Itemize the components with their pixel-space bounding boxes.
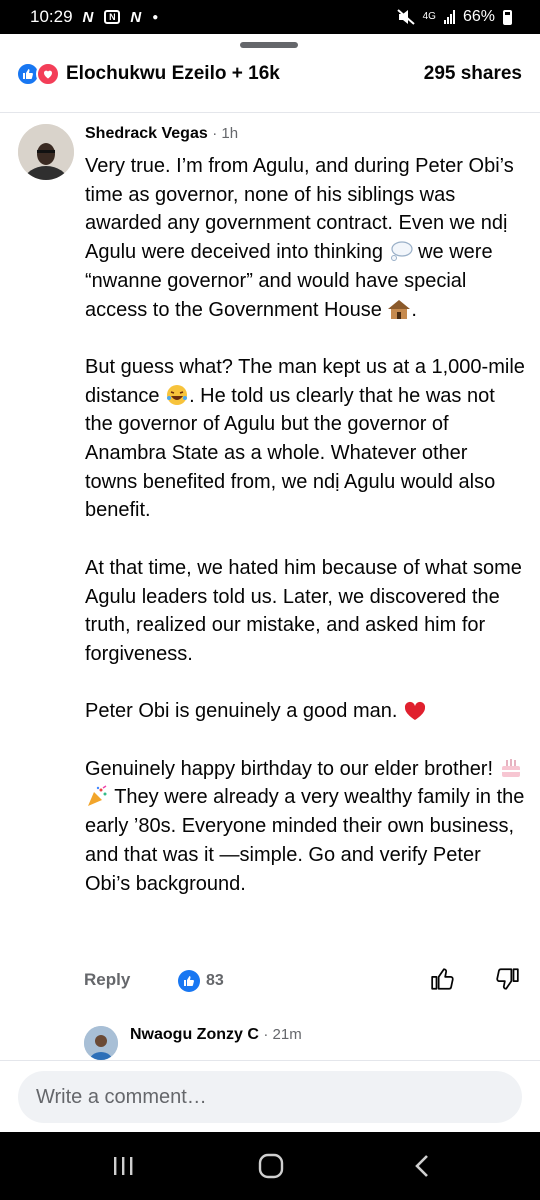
reply-avatar[interactable]	[84, 1026, 118, 1060]
comment-author[interactable]: Shedrack Vegas	[85, 125, 208, 142]
status-left: 10:29 N N N ●	[30, 7, 158, 27]
battery-icon	[503, 9, 512, 25]
status-time: 10:29	[30, 7, 73, 26]
avatar[interactable]	[18, 124, 74, 180]
battery-percent: 66%	[462, 8, 495, 25]
comment-text: Very true. I’m from Agulu, and during Pe…	[85, 152, 525, 898]
reply-button[interactable]: Reply	[84, 970, 130, 990]
mute-icon	[396, 9, 415, 25]
paragraph-2: But guess what? The man kept us at a 1,0…	[85, 353, 525, 525]
text-run: .	[411, 298, 417, 321]
hut-icon	[388, 299, 411, 319]
reply-preview[interactable]: Nwaogu Zonzy C · 21m	[84, 1024, 524, 1062]
more-notifications-dot-icon: ●	[152, 11, 159, 23]
reaction-icons	[16, 62, 60, 86]
paragraph-4: Peter Obi is genuinely a good man.	[85, 697, 525, 726]
notification-box-icon: N	[104, 10, 121, 24]
status-right: 4G 66%	[396, 8, 512, 26]
love-reaction-icon	[36, 62, 60, 86]
comment-header: Shedrack Vegas · 1h	[85, 122, 525, 146]
laughing-emoji-icon	[167, 384, 188, 405]
home-icon	[258, 1153, 284, 1179]
comment-time[interactable]: · 1h	[212, 125, 238, 142]
paragraph-3: At that time, we hated him because of wh…	[85, 556, 522, 665]
system-nav-bar	[0, 1132, 540, 1200]
text-run: Peter Obi is genuinely a good man.	[85, 700, 398, 723]
back-icon	[415, 1155, 428, 1177]
thumbs-down-icon[interactable]	[494, 966, 520, 992]
party-popper-icon	[88, 785, 107, 807]
drag-handle[interactable]	[240, 42, 298, 48]
home-button[interactable]	[256, 1152, 286, 1180]
reactions-left[interactable]: Elochukwu Ezeilo + 16k	[16, 62, 280, 86]
composer-bar	[0, 1060, 540, 1132]
text-run: Genuinely happy birthday to our elder br…	[85, 757, 494, 780]
reaction-names[interactable]: Elochukwu Ezeilo + 16k	[66, 63, 280, 85]
thought-bubble-icon	[390, 241, 413, 262]
like-reaction-icon	[178, 970, 200, 992]
reactions-summary[interactable]: Elochukwu Ezeilo + 16k 295 shares	[16, 62, 522, 86]
comment-actions: Reply 83	[84, 968, 524, 1000]
text-run: They were already a very wealthy family …	[85, 786, 525, 895]
recent-apps-icon	[114, 1157, 133, 1175]
comment-body: Shedrack Vegas · 1h Very true. I’m from …	[85, 122, 525, 898]
recent-apps-button[interactable]	[108, 1152, 138, 1180]
paragraph-1: Very true. I’m from Agulu, and during Pe…	[85, 152, 525, 324]
birthday-cake-icon	[501, 758, 520, 777]
notification-n-icon: N	[82, 8, 95, 26]
heart-icon	[404, 702, 426, 721]
shares-count[interactable]: 295 shares	[424, 63, 522, 85]
like-count-value: 83	[206, 972, 224, 989]
reply-author[interactable]: Nwaogu Zonzy C	[130, 1026, 259, 1043]
divider	[0, 112, 540, 113]
network-type: 4G	[422, 11, 436, 22]
signal-icon	[443, 10, 455, 24]
comments-sheet: Elochukwu Ezeilo + 16k 295 shares Shedra…	[0, 34, 540, 1132]
reply-time[interactable]: · 21m	[263, 1026, 301, 1043]
comment-input[interactable]	[18, 1071, 522, 1123]
thumbs-up-icon[interactable]	[430, 966, 456, 992]
notification-n-icon-2: N	[130, 8, 143, 26]
paragraph-5: Genuinely happy birthday to our elder br…	[85, 755, 525, 899]
reply-header: Nwaogu Zonzy C · 21m	[130, 1026, 302, 1044]
back-button[interactable]	[408, 1152, 438, 1180]
status-bar: 10:29 N N N ● 4G 66%	[0, 0, 540, 34]
comment-like-count[interactable]: 83	[178, 970, 224, 992]
